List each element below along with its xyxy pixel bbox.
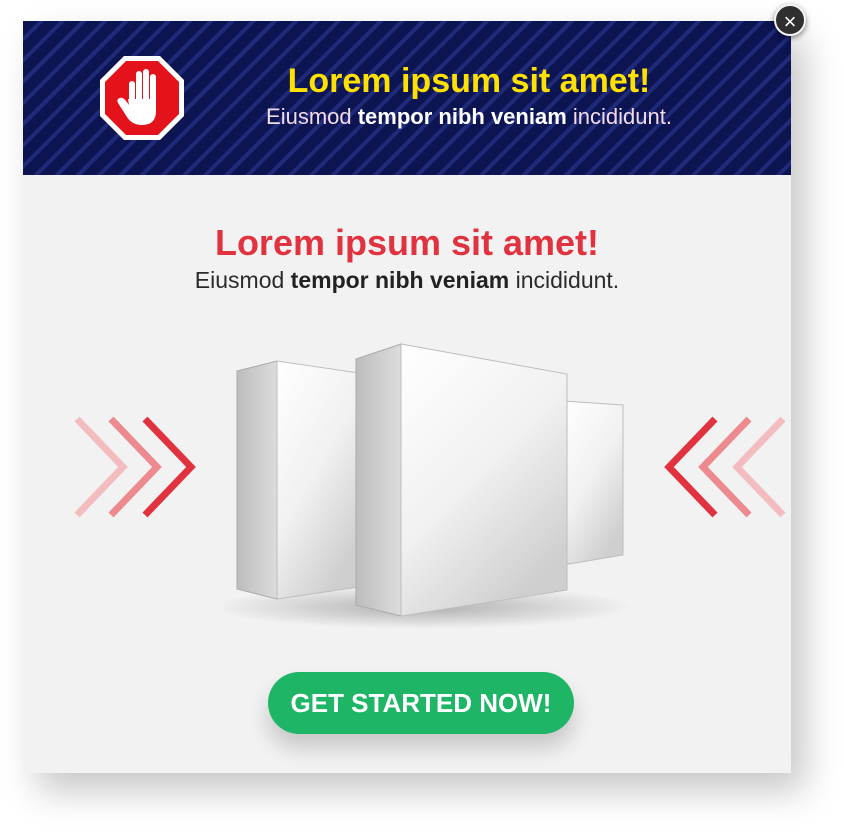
banner-title: Lorem ipsum sit amet! xyxy=(287,62,651,100)
main-subtitle-text-end: incididunt. xyxy=(509,267,620,293)
header-banner: Lorem ipsum sit amet! Eiusmod tempor nib… xyxy=(23,21,791,175)
chevrons-left-icon xyxy=(664,416,786,518)
banner-subtitle-bold: tempor nibh veniam xyxy=(357,104,567,129)
banner-subtitle-text-end: incididunt. xyxy=(566,104,672,129)
chevrons-right-icon xyxy=(74,416,196,518)
popup-modal: Lorem ipsum sit amet! Eiusmod tempor nib… xyxy=(23,21,791,773)
main-subtitle-text: Eiusmod xyxy=(194,267,291,293)
main-subtitle: Eiusmod tempor nibh veniam incididunt. xyxy=(23,265,791,295)
close-icon[interactable]: × xyxy=(784,9,797,34)
banner-subtitle-text: Eiusmod xyxy=(266,104,358,129)
banner-subtitle: Eiusmod tempor nibh veniam incididunt. xyxy=(173,103,765,131)
product-boxes-image xyxy=(223,343,633,629)
main-title: Lorem ipsum sit amet! xyxy=(214,222,600,263)
get-started-button[interactable]: GET STARTED NOW! xyxy=(268,672,574,734)
main-subtitle-bold: tempor nibh veniam xyxy=(290,267,510,293)
close-button[interactable]: × xyxy=(774,4,806,36)
